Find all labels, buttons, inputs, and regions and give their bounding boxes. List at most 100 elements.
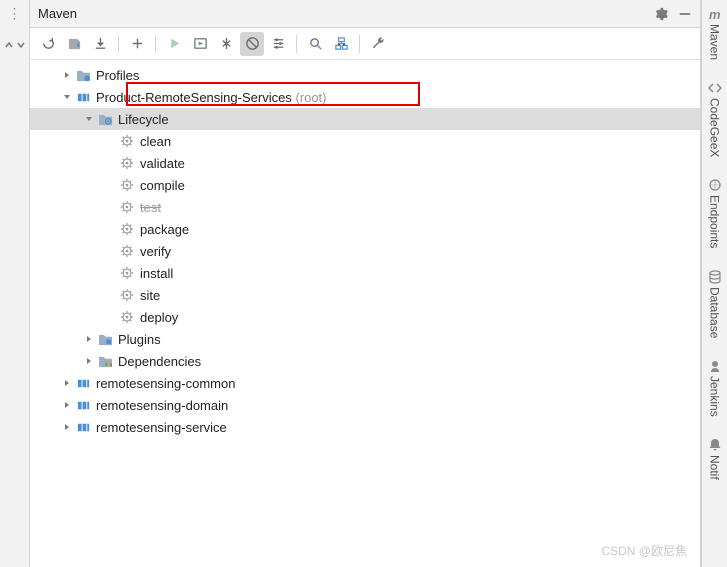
generate-sources-icon[interactable] xyxy=(62,32,86,56)
phase-label: deploy xyxy=(140,310,178,325)
panel-titlebar: Maven xyxy=(30,0,700,28)
lifecycle-phase-deploy[interactable]: deploy xyxy=(30,306,700,328)
endpoints-icon xyxy=(707,177,723,193)
settings-icon[interactable] xyxy=(654,7,668,21)
module-icon xyxy=(74,398,92,413)
gear-icon xyxy=(118,134,136,148)
tab-label: Endpoints xyxy=(708,195,722,248)
chevron-right-icon xyxy=(82,357,96,365)
tree-node-lifecycle[interactable]: Lifecycle xyxy=(30,108,700,130)
module-icon xyxy=(74,90,92,105)
node-label: Dependencies xyxy=(118,354,201,369)
phase-label: install xyxy=(140,266,173,281)
maven-toolbar xyxy=(30,28,700,60)
folder-icon xyxy=(74,69,92,82)
right-tab-jenkins[interactable]: Jenkins xyxy=(707,358,723,417)
wrench-icon[interactable] xyxy=(366,32,390,56)
node-label: Profiles xyxy=(96,68,139,83)
folder-plugin-icon xyxy=(96,333,114,346)
chevron-down-icon xyxy=(60,93,74,101)
chevron-right-icon xyxy=(60,71,74,79)
right-tab-notif[interactable]: Notif xyxy=(707,437,723,480)
gear-icon xyxy=(118,222,136,236)
lifecycle-phase-verify[interactable]: verify xyxy=(30,240,700,262)
analyze-icon[interactable] xyxy=(303,32,327,56)
show-settings-icon[interactable] xyxy=(266,32,290,56)
svg-text:m: m xyxy=(709,7,721,22)
lifecycle-phase-test[interactable]: test xyxy=(30,196,700,218)
maven-tree: Profiles Product-RemoteSensing-Services … xyxy=(30,60,700,567)
right-tab-maven[interactable]: m Maven xyxy=(707,6,723,60)
database-icon xyxy=(707,269,723,285)
folder-deps-icon xyxy=(96,355,114,368)
node-label: Plugins xyxy=(118,332,161,347)
tree-node-module[interactable]: remotesensing-common xyxy=(30,372,700,394)
chevron-right-icon xyxy=(60,379,74,387)
tab-label: Database xyxy=(708,287,722,338)
lifecycle-phase-package[interactable]: package xyxy=(30,218,700,240)
run-config-icon[interactable] xyxy=(188,32,212,56)
tab-label: Notif xyxy=(708,455,722,480)
gear-icon xyxy=(118,200,136,214)
node-label: Product-RemoteSensing-Services (root) xyxy=(96,90,327,105)
download-sources-icon[interactable] xyxy=(88,32,112,56)
tab-label: CodeGeeX xyxy=(708,98,722,157)
tab-label: Jenkins xyxy=(708,376,722,417)
gear-icon xyxy=(118,244,136,258)
tree-node-root-project[interactable]: Product-RemoteSensing-Services (root) xyxy=(30,86,700,108)
phase-label: validate xyxy=(140,156,185,171)
phase-label: verify xyxy=(140,244,171,259)
chevron-right-icon xyxy=(60,423,74,431)
lifecycle-phase-clean[interactable]: clean xyxy=(30,130,700,152)
gear-icon xyxy=(118,266,136,280)
maven-panel: Maven Profi xyxy=(30,0,701,567)
node-label: remotesensing-domain xyxy=(96,398,228,413)
lifecycle-phase-compile[interactable]: compile xyxy=(30,174,700,196)
right-tool-strip: m Maven CodeGeeX Endpoints Database Jenkins No… xyxy=(701,0,727,567)
left-gutter: ⋮ xyxy=(0,0,30,567)
codegeex-icon xyxy=(707,80,723,96)
phase-label: clean xyxy=(140,134,171,149)
panel-title: Maven xyxy=(38,6,644,21)
chevron-down-icon xyxy=(82,115,96,123)
lifecycle-phase-site[interactable]: site xyxy=(30,284,700,306)
phase-label: compile xyxy=(140,178,185,193)
node-label: Lifecycle xyxy=(118,112,169,127)
show-diagram-icon[interactable] xyxy=(329,32,353,56)
maven-icon: m xyxy=(707,6,723,22)
phase-label: test xyxy=(140,200,161,215)
node-label: remotesensing-common xyxy=(96,376,235,391)
gear-icon xyxy=(118,310,136,324)
tree-node-profiles[interactable]: Profiles xyxy=(30,64,700,86)
chevron-right-icon xyxy=(82,335,96,343)
reimport-icon[interactable] xyxy=(36,32,60,56)
gear-icon xyxy=(118,288,136,302)
toggle-offline-icon[interactable] xyxy=(240,32,264,56)
module-icon xyxy=(74,420,92,435)
lifecycle-phase-install[interactable]: install xyxy=(30,262,700,284)
bell-icon xyxy=(707,437,723,453)
more-icon[interactable]: ⋮ xyxy=(8,6,22,20)
expand-icon[interactable] xyxy=(16,40,26,50)
tree-node-dependencies[interactable]: Dependencies xyxy=(30,350,700,372)
collapse-icon[interactable] xyxy=(4,40,14,50)
tree-node-plugins[interactable]: Plugins xyxy=(30,328,700,350)
run-icon[interactable] xyxy=(162,32,186,56)
tree-node-module[interactable]: remotesensing-service xyxy=(30,416,700,438)
gear-icon xyxy=(118,178,136,192)
node-label: remotesensing-service xyxy=(96,420,227,435)
tab-label: Maven xyxy=(708,24,722,60)
hide-icon[interactable] xyxy=(678,7,692,21)
right-tab-codegeex[interactable]: CodeGeeX xyxy=(707,80,723,157)
tree-node-module[interactable]: remotesensing-domain xyxy=(30,394,700,416)
gear-icon xyxy=(118,156,136,170)
add-project-icon[interactable] xyxy=(125,32,149,56)
module-icon xyxy=(74,376,92,391)
right-tab-endpoints[interactable]: Endpoints xyxy=(707,177,723,248)
right-tab-database[interactable]: Database xyxy=(707,269,723,338)
phase-label: package xyxy=(140,222,189,237)
phase-label: site xyxy=(140,288,160,303)
jenkins-icon xyxy=(707,358,723,374)
toggle-skip-tests-icon[interactable] xyxy=(214,32,238,56)
lifecycle-phase-validate[interactable]: validate xyxy=(30,152,700,174)
